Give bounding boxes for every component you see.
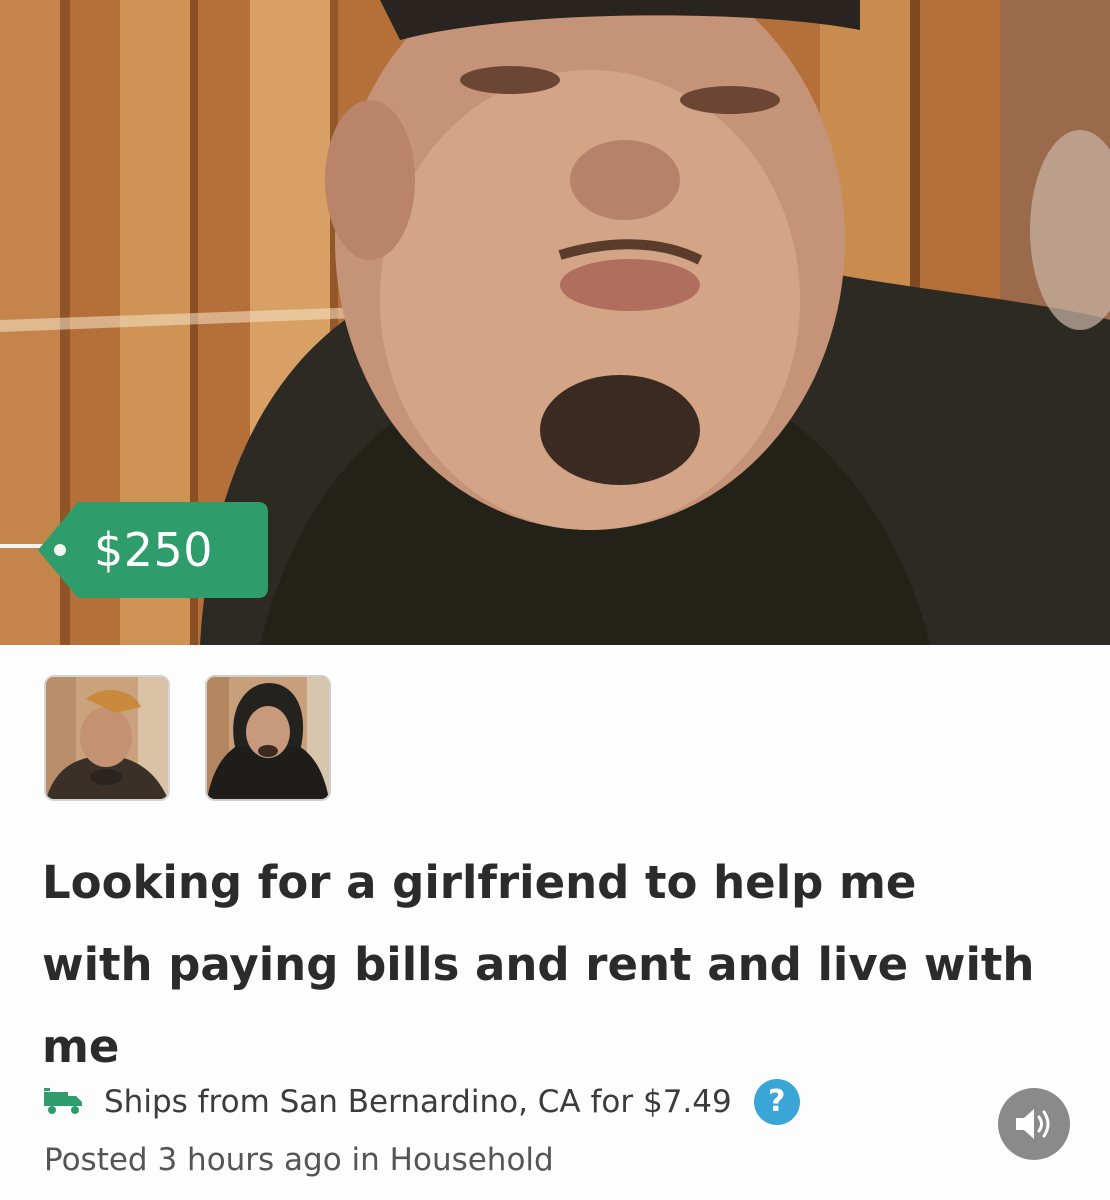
- photo-thumbnail-strip: [44, 675, 331, 801]
- price-label: $250: [94, 523, 214, 577]
- listing-main-photo[interactable]: $250: [0, 0, 1110, 645]
- posted-info: Posted 3 hours ago in Household: [44, 1142, 554, 1178]
- thumbnail-2-image: [207, 677, 329, 799]
- shipping-text: Ships from San Bernardino, CA for $7.49: [104, 1084, 732, 1120]
- price-tag: $250: [38, 502, 268, 598]
- shipping-info: Ships from San Bernardino, CA for $7.49 …: [44, 1078, 800, 1126]
- question-circle-icon[interactable]: ?: [753, 1079, 800, 1125]
- truck-icon: [44, 1088, 84, 1116]
- listing-title: Looking for a girlfriend to help me with…: [42, 856, 1035, 1073]
- speaker-volume-icon: [1016, 1109, 1050, 1139]
- sound-toggle-button[interactable]: [998, 1088, 1070, 1160]
- photo-thumbnail-1[interactable]: [44, 675, 170, 801]
- photo-thumbnail-2[interactable]: [205, 675, 331, 801]
- thumbnail-1-image: [46, 677, 168, 799]
